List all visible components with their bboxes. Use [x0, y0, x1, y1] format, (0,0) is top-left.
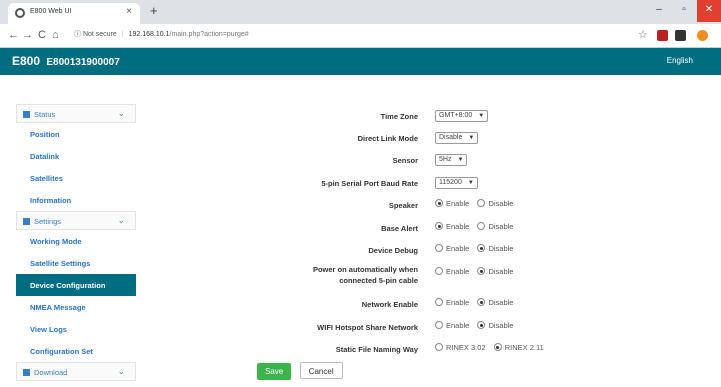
sidebar-item-device-configuration[interactable]: Device Configuration — [16, 274, 136, 296]
speaker-label: Speaker — [388, 201, 418, 210]
url-path: /main.php?action=purge# — [169, 31, 249, 38]
save-button[interactable]: Save — [257, 363, 292, 380]
download-icon — [23, 369, 30, 376]
device-debug-enable-radio[interactable] — [435, 244, 443, 252]
sidebar-group-download[interactable]: Download ⌄ — [16, 362, 136, 381]
direct-link-mode-select[interactable]: Disable ▼ — [435, 132, 479, 144]
window-minimize-button[interactable]: – — [647, 0, 671, 22]
grid-icon — [23, 111, 30, 118]
sidebar: Status ⌄ Position Datalink Satellites In… — [16, 104, 136, 381]
extension-pdf-icon[interactable] — [657, 30, 668, 41]
form-row-wifi-hotspot: WIFI Hotspot Share Network Enable Disabl… — [317, 321, 514, 332]
gear-icon — [23, 218, 30, 225]
form-row-network-enable: Network Enable Enable Disable — [361, 298, 514, 309]
security-indicator[interactable]: ⓘ Not secure — [74, 31, 117, 38]
tab-close-icon[interactable]: × — [126, 6, 132, 17]
form-row-speaker: Speaker Enable Disable — [388, 199, 514, 210]
sidebar-item-datalink[interactable]: Datalink — [16, 145, 136, 167]
tab-title: E800 Web UI — [30, 8, 72, 15]
time-zone-label: Time Zone — [380, 112, 418, 121]
form-row-static-naming: Static File Naming Way RINEX 3.02 RINEX … — [335, 343, 544, 354]
form-row-baud-rate: 5-pin Serial Port Baud Rate 115200 ▼ — [150, 177, 650, 191]
form-actions: Save Cancel — [257, 361, 347, 380]
base-alert-label: Base Alert — [381, 224, 418, 233]
static-naming-label: Static File Naming Way — [335, 345, 418, 354]
form-row-device-debug: Device Debug Enable Disable — [368, 244, 514, 255]
chevron-down-icon: ⌄ — [117, 215, 125, 225]
speaker-enable-radio[interactable] — [435, 199, 443, 207]
time-zone-select[interactable]: GMT+8:00 ▼ — [435, 110, 489, 122]
baud-rate-label: 5-pin Serial Port Baud Rate — [321, 179, 418, 188]
address-bar: ← → C ⌂ ⓘ Not secure | 192.168.10.1/main.p… — [0, 24, 721, 48]
extension-icon[interactable] — [675, 30, 686, 41]
cancel-button[interactable]: Cancel — [299, 362, 343, 379]
new-tab-button[interactable]: + — [150, 3, 158, 18]
home-button[interactable]: ⌂ — [52, 29, 59, 41]
browser-tab-bar: E800 Web UI × + – ▫ ✕ — [0, 0, 721, 24]
extension-orange-icon[interactable] — [697, 30, 708, 41]
form-row-direct-link-mode: Direct Link Mode Disable ▼ — [150, 132, 650, 146]
rinex-211-radio[interactable] — [493, 343, 502, 351]
sensor-label: Sensor — [392, 156, 418, 165]
form-row-sensor: Sensor 5Hz ▼ — [150, 154, 650, 168]
chevron-down-icon: ⌄ — [117, 108, 125, 118]
network-enable-label: Network Enable — [361, 300, 418, 309]
sidebar-group-status[interactable]: Status ⌄ — [16, 104, 136, 123]
back-button[interactable]: ← — [8, 29, 19, 41]
bookmark-star-icon[interactable]: ☆ — [638, 28, 648, 41]
device-title: E800 E800131900007 — [12, 54, 120, 68]
device-debug-label: Device Debug — [368, 246, 418, 255]
sidebar-item-nmea-message[interactable]: NMEA Message — [16, 296, 136, 318]
app-header: E800 E800131900007 English — [0, 48, 721, 75]
sidebar-item-working-mode[interactable]: Working Mode — [16, 230, 136, 252]
power-on-label: Power on automatically when connected 5-… — [312, 265, 418, 285]
wifi-hotspot-label: WIFI Hotspot Share Network — [317, 323, 418, 332]
base-alert-enable-radio[interactable] — [435, 222, 443, 230]
device-serial: E800131900007 — [46, 57, 120, 68]
sidebar-item-information[interactable]: Information — [16, 189, 136, 211]
language-selector[interactable]: English — [667, 56, 693, 65]
sidebar-item-position[interactable]: Position — [16, 123, 136, 145]
forward-button[interactable]: → — [22, 29, 33, 41]
sensor-select[interactable]: 5Hz ▼ — [435, 154, 468, 166]
sidebar-item-satellite-settings[interactable]: Satellite Settings — [16, 252, 136, 274]
sidebar-group-label: Status — [34, 110, 56, 119]
page-favicon-icon — [15, 8, 25, 18]
url-field[interactable]: ⓘ Not secure | 192.168.10.1/main.php?actio… — [68, 29, 249, 39]
power-on-enable-radio[interactable] — [435, 267, 443, 275]
window-close-button[interactable]: ✕ — [697, 0, 721, 22]
sidebar-group-settings[interactable]: Settings ⌄ — [16, 211, 136, 230]
wifi-hotspot-enable-radio[interactable] — [435, 321, 443, 329]
baud-rate-select[interactable]: 115200 ▼ — [435, 177, 478, 189]
form-row-power-on: Power on automatically when connected 5-… — [150, 265, 650, 285]
url-host: 192.168.10.1 — [128, 31, 170, 38]
sidebar-item-configuration-set[interactable]: Configuration Set — [16, 340, 136, 362]
sidebar-group-label: Settings — [34, 217, 62, 226]
device-debug-disable-radio[interactable] — [477, 244, 486, 252]
network-enable-radio[interactable] — [435, 298, 443, 306]
window-maximize-button[interactable]: ▫ — [672, 0, 696, 22]
chevron-down-icon: ⌄ — [117, 366, 125, 376]
browser-tab[interactable]: E800 Web UI × — [8, 3, 140, 24]
direct-link-mode-label: Direct Link Mode — [357, 134, 418, 143]
device-model: E800 — [12, 54, 41, 68]
power-on-disable-radio[interactable] — [477, 267, 486, 275]
base-alert-disable-radio[interactable] — [477, 222, 486, 230]
sidebar-item-view-logs[interactable]: View Logs — [16, 318, 136, 340]
wifi-hotspot-disable-radio[interactable] — [477, 321, 486, 329]
sidebar-group-label: Download — [34, 368, 68, 377]
speaker-disable-radio[interactable] — [477, 199, 486, 207]
sidebar-item-satellites[interactable]: Satellites — [16, 167, 136, 189]
network-disable-radio[interactable] — [477, 298, 486, 306]
rinex-302-radio[interactable] — [435, 343, 443, 351]
reload-button[interactable]: C — [38, 29, 46, 41]
form-row-base-alert: Base Alert Enable Disable — [381, 222, 514, 233]
form-row-time-zone: Time Zone GMT+8:00 ▼ — [150, 110, 650, 124]
